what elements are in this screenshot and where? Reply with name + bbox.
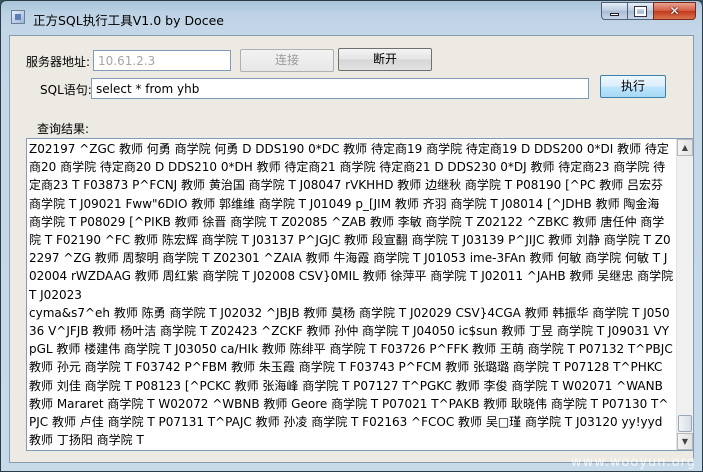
query-results-label: 查询结果: <box>37 122 90 136</box>
sql-input[interactable] <box>91 78 589 99</box>
watermark: www.wooyun.org <box>570 455 696 470</box>
server-address-input[interactable] <box>93 50 231 71</box>
title-bar[interactable]: 正方SQL执行工具V1.0 by Docee ✕ <box>1 1 702 35</box>
sql-statement-label: SQL语句: <box>40 83 92 97</box>
results-text: Z02197 ^ZGC 教师 何勇 商学院 何勇 D DDS190 0*DC 教… <box>29 142 674 448</box>
disconnect-button[interactable]: 断开 <box>338 48 432 71</box>
connect-button[interactable]: 连接 <box>240 49 334 72</box>
scroll-thumb[interactable] <box>678 415 692 432</box>
vertical-scrollbar[interactable]: ▲ ▼ <box>676 139 693 450</box>
maximize-button[interactable] <box>627 2 653 20</box>
window-title: 正方SQL执行工具V1.0 by Docee <box>33 13 224 28</box>
minimize-button[interactable] <box>601 2 627 20</box>
scroll-up-arrow-icon[interactable]: ▲ <box>677 139 693 156</box>
window-controls: ✕ <box>601 2 696 22</box>
scroll-down-arrow-icon[interactable]: ▼ <box>677 433 693 450</box>
close-icon: ✕ <box>669 4 680 18</box>
results-textarea[interactable]: Z02197 ^ZGC 教师 何勇 商学院 何勇 D DDS190 0*DC 教… <box>26 138 694 451</box>
client-area: 服务器地址: 连接 断开 SQL语句: 执行 查询结果: Z02197 ^ZGC… <box>9 35 694 463</box>
execute-button[interactable]: 执行 <box>600 75 666 98</box>
app-icon <box>11 10 25 24</box>
app-window: 正方SQL执行工具V1.0 by Docee ✕ 服务器地址: 连接 断开 SQ… <box>0 0 703 472</box>
server-address-label: 服务器地址: <box>26 55 91 69</box>
close-button[interactable]: ✕ <box>653 2 696 20</box>
